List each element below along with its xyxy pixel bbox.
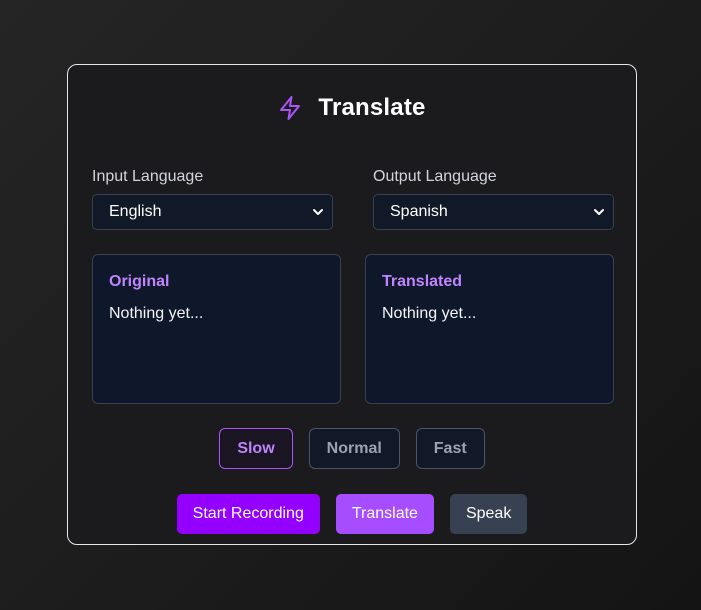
input-language-label: Input Language [92, 168, 204, 185]
chevron-down-icon [593, 207, 605, 217]
speed-fast-button[interactable]: Fast [415, 428, 485, 469]
start-recording-button[interactable]: Start Recording [176, 494, 320, 534]
translator-card: Translate Input Language English Output … [67, 64, 637, 545]
speed-normal-button[interactable]: Normal [308, 428, 400, 469]
translated-text: Nothing yet... [382, 305, 477, 322]
output-language-label: Output Language [373, 168, 497, 185]
original-panel: Original Nothing yet... [92, 254, 341, 404]
speak-button[interactable]: Speak [449, 494, 528, 534]
input-language-value: English [109, 203, 162, 220]
chevron-down-icon [312, 207, 324, 217]
output-language-select[interactable]: Spanish [373, 194, 614, 230]
output-language-value: Spanish [390, 203, 448, 220]
speed-selector: Slow Normal Fast [68, 428, 636, 469]
header: Translate [68, 94, 636, 122]
speed-slow-button[interactable]: Slow [219, 428, 293, 469]
page-title: Translate [318, 94, 426, 121]
output-language-group: Output Language Spanish [373, 167, 614, 230]
lightning-bolt-icon [278, 95, 302, 121]
translate-button[interactable]: Translate [335, 494, 434, 534]
translated-title: Translated [382, 273, 463, 290]
translated-panel: Translated Nothing yet... [365, 254, 614, 404]
original-title: Original [109, 273, 170, 290]
action-bar: Start Recording Translate Speak [68, 494, 636, 534]
original-text: Nothing yet... [109, 305, 204, 322]
input-language-select[interactable]: English [92, 194, 333, 230]
input-language-group: Input Language English [92, 167, 333, 230]
